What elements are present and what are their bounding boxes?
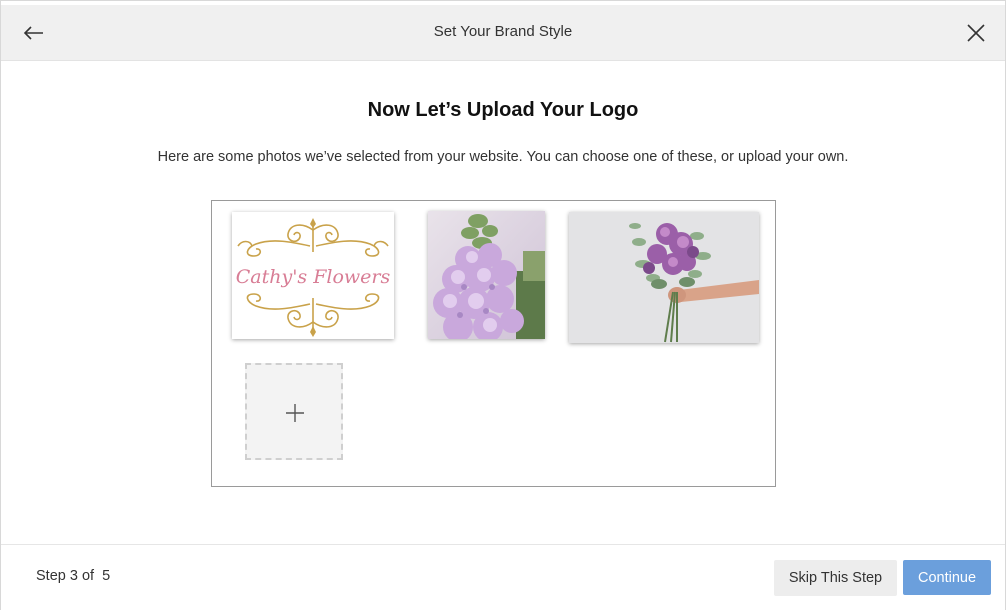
logo-text: Cathy's Flowers — [236, 266, 391, 288]
plus-icon — [286, 404, 304, 422]
photo-option-lilac-flowers[interactable] — [428, 211, 545, 339]
close-icon — [967, 24, 985, 42]
bouquet-in-hand-image — [569, 212, 759, 343]
continue-button[interactable]: Continue — [903, 560, 991, 595]
cathys-flowers-logo-image: Cathy's Flowers — [232, 212, 394, 339]
skip-step-button[interactable]: Skip This Step — [774, 560, 897, 596]
page-heading: Now Let’s Upload Your Logo — [367, 99, 639, 121]
modal-header: Set Your Brand Style — [1, 5, 1005, 61]
brand-style-modal: Set Your Brand Style Now Let’s Upload Yo… — [0, 0, 1006, 610]
photo-option-bouquet[interactable] — [569, 212, 759, 343]
modal-title: Set Your Brand Style — [433, 23, 573, 40]
lilac-flowers-image — [428, 211, 545, 339]
photo-gallery: Cathy's Flowers — [211, 200, 776, 487]
modal-footer: Step 3 of 5 Skip This Step Continue — [1, 544, 1005, 610]
photo-option-logo[interactable]: Cathy's Flowers — [232, 212, 394, 339]
step-indicator: Step 3 of 5 — [36, 568, 111, 584]
close-button[interactable] — [965, 22, 987, 44]
upload-logo-button[interactable] — [245, 363, 343, 460]
page-description: Here are some photos we’ve selected from… — [157, 149, 849, 165]
